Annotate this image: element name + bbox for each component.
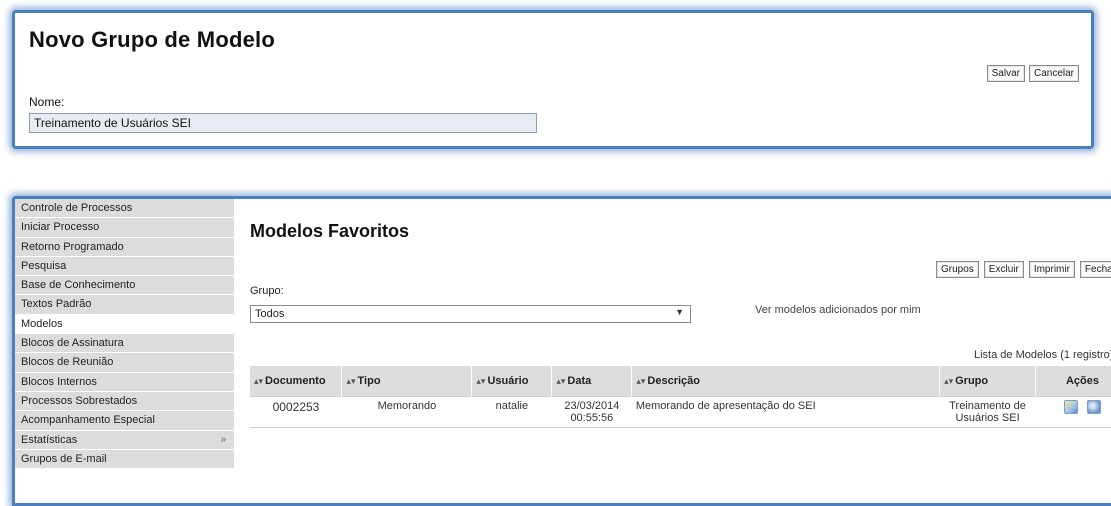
col-header-label: Documento [265, 374, 326, 387]
col-header-tipo[interactable]: ▴▾ Tipo [341, 366, 473, 396]
col-header-descricao[interactable]: ▴▾ Descrição [631, 366, 941, 396]
sidebar-item-label: Iniciar Processo [21, 221, 100, 234]
col-header-label: Data [567, 374, 592, 387]
content-toolbar: Grupos Excluir Imprimir Fechar [936, 261, 1111, 278]
sidebar-item-blocos-de-assinatura[interactable]: Blocos de Assinatura [15, 334, 234, 354]
sidebar-item-processos-sobrestados[interactable]: Processos Sobrestados [15, 391, 234, 412]
main-content: Modelos Favoritos Grupos Excluir Imprimi… [234, 199, 1111, 503]
sidebar-item-label: Retorno Programado [21, 240, 124, 253]
cell-grupo-line1: Treinamento de [949, 399, 1026, 412]
page-title: Novo Grupo de Modelo [29, 27, 275, 52]
col-header-label: Grupo [955, 374, 989, 387]
sidebar-item-textos-padrao[interactable]: Textos Padrão [15, 295, 234, 315]
sidebar-item-label: Base de Conhecimento [21, 279, 136, 292]
grupo-label: Grupo: [250, 285, 284, 297]
sort-icon[interactable]: ▴▾ [944, 376, 953, 386]
col-header-documento[interactable]: ▴▾ Documento [250, 366, 343, 396]
sort-icon[interactable]: ▴▾ [476, 376, 485, 386]
table-row: 0002253 Memorando natalie 23/03/2014 00:… [250, 395, 1111, 428]
nome-input[interactable] [29, 113, 537, 133]
excluir-button[interactable]: Excluir [983, 261, 1024, 278]
col-header-grupo[interactable]: ▴▾ Grupo [939, 366, 1037, 396]
ver-modelos-link[interactable]: Ver modelos adicionados por mim [755, 304, 921, 316]
imprimir-button[interactable]: Imprimir [1028, 261, 1075, 278]
col-header-data[interactable]: ▴▾ Data [551, 366, 633, 396]
sort-icon[interactable]: ▴▾ [556, 376, 565, 386]
table-header-row: ▴▾ Documento ▴▾ Tipo ▴▾ Usuário ▴▾ Data ▴▾ De… [250, 366, 1111, 396]
novo-grupo-panel: Novo Grupo de Modelo Salvar Cancelar Nom… [12, 10, 1094, 149]
sidebar-item-label: Processos Sobrestados [21, 394, 138, 407]
col-header-label: Descrição [647, 374, 700, 387]
cell-descricao: Memorando de apresentação do SEI [631, 395, 940, 428]
sidebar-item-blocos-internos[interactable]: Blocos Internos [15, 372, 234, 392]
cell-tipo: Memorando [341, 395, 472, 428]
sidebar-item-label: Grupos de E-mail [21, 452, 107, 465]
sidebar-item-retorno-programado[interactable]: Retorno Programado [15, 237, 234, 257]
col-header-label: Usuário [487, 374, 529, 387]
cell-data-date: 23/03/2014 [564, 399, 620, 412]
sidebar-item-label: Acompanhamento Especial [21, 414, 155, 427]
sidebar-item-label: Textos Padrão [21, 298, 92, 311]
remove-model-icon[interactable] [1087, 399, 1102, 414]
content-title: Modelos Favoritos [250, 221, 410, 241]
sidebar-item-label: Estatísticas [21, 433, 78, 446]
sidebar-item-label: Blocos de Reunião [21, 356, 114, 369]
col-header-label: Ações [1065, 374, 1100, 387]
cell-usuario: natalie [471, 395, 552, 428]
sidebar-item-label: Modelos [21, 317, 63, 330]
cell-grupo: Treinamento de Usuários SEI [939, 395, 1036, 428]
sidebar-item-label: Pesquisa [21, 259, 67, 272]
fechar-button[interactable]: Fechar [1079, 261, 1111, 278]
modelos-favoritos-panel: Controle de Processos Iniciar Processo R… [12, 196, 1111, 506]
sidebar-item-label: Blocos Internos [21, 375, 97, 388]
top-toolbar: Salvar Cancelar [986, 65, 1079, 82]
nome-label: Nome: [29, 95, 65, 109]
table-caption: Lista de Modelos (1 registro): [974, 349, 1111, 361]
cell-acoes [1035, 395, 1111, 428]
grupos-button[interactable]: Grupos [936, 261, 979, 278]
cell-grupo-line2: Usuários SEI [955, 411, 1020, 424]
submenu-arrow-icon: » [220, 433, 226, 445]
grupo-selected-value: Todos [255, 308, 285, 320]
cell-data: 23/03/2014 00:55:56 [551, 395, 632, 428]
sidebar-menu: Controle de Processos Iniciar Processo R… [15, 199, 234, 470]
cancelar-button[interactable]: Cancelar [1028, 65, 1079, 82]
sidebar-item-label: Controle de Processos [21, 202, 133, 214]
sort-icon[interactable]: ▴▾ [254, 376, 263, 386]
cell-data-time: 00:55:56 [570, 411, 614, 424]
col-header-usuario[interactable]: ▴▾ Usuário [471, 366, 553, 396]
col-header-acoes: Ações [1035, 366, 1111, 396]
sort-icon[interactable]: ▴▾ [636, 376, 645, 386]
edit-model-icon[interactable] [1063, 399, 1078, 414]
sort-icon[interactable]: ▴▾ [346, 376, 355, 386]
salvar-button[interactable]: Salvar [986, 65, 1025, 82]
modelos-table: ▴▾ Documento ▴▾ Tipo ▴▾ Usuário ▴▾ Data ▴▾ De… [250, 366, 1111, 428]
sidebar-item-estatisticas[interactable]: Estatísticas » [15, 430, 234, 450]
sidebar-item-modelos[interactable]: Modelos [15, 314, 234, 335]
sidebar-item-acompanhamento-especial[interactable]: Acompanhamento Especial [15, 411, 234, 431]
sidebar-item-base-de-conhecimento[interactable]: Base de Conhecimento [15, 276, 234, 296]
grupo-select[interactable]: Todos ▼ [250, 305, 691, 323]
sidebar-item-iniciar-processo[interactable]: Iniciar Processo [15, 218, 234, 238]
col-header-label: Tipo [357, 374, 381, 387]
sidebar-item-controle-de-processos[interactable]: Controle de Processos [15, 199, 234, 219]
sidebar-item-grupos-de-email[interactable]: Grupos de E-mail [15, 449, 234, 470]
sidebar-item-blocos-de-reuniao[interactable]: Blocos de Reunião [15, 353, 234, 373]
sidebar-item-pesquisa[interactable]: Pesquisa [15, 256, 234, 277]
cell-documento[interactable]: 0002253 [250, 395, 342, 428]
sidebar-item-label: Blocos de Assinatura [21, 337, 124, 350]
dropdown-arrow-icon: ▼ [675, 307, 684, 317]
